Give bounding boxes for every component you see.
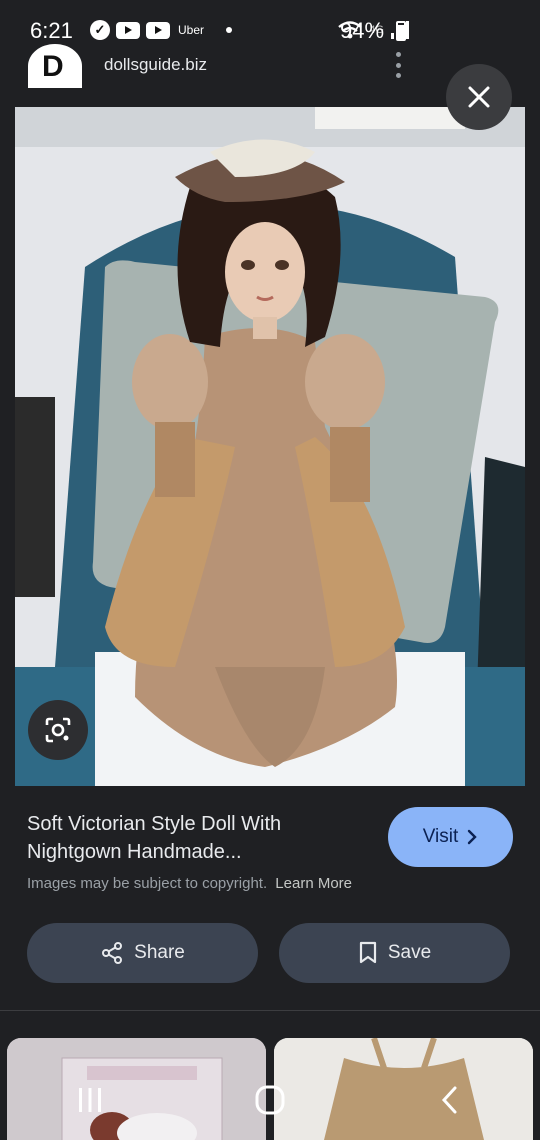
chevron-right-icon xyxy=(468,829,477,845)
status-time: 6:21 xyxy=(30,18,73,43)
recent-apps-icon xyxy=(79,1088,101,1112)
home-button[interactable] xyxy=(240,1070,300,1130)
uber-icon: Uber xyxy=(178,23,205,37)
visit-label: Visit xyxy=(422,826,459,847)
share-icon xyxy=(102,942,123,964)
close-button[interactable] xyxy=(446,64,512,130)
result-title[interactable]: Soft Victorian Style Doll With Nightgown… xyxy=(27,810,357,866)
more-options-icon[interactable] xyxy=(392,52,404,78)
section-divider xyxy=(0,1010,540,1011)
system-nav-bar xyxy=(0,1060,540,1140)
recent-apps-button[interactable] xyxy=(60,1070,120,1130)
home-icon xyxy=(255,1085,285,1115)
close-icon xyxy=(468,86,490,108)
source-domain[interactable]: dollsguide.biz xyxy=(104,55,207,75)
battery-icon xyxy=(396,21,406,41)
battery-percent: 94% xyxy=(340,18,385,43)
lens-icon xyxy=(45,717,71,743)
copyright-text: Images may be subject to copyright. xyxy=(27,875,268,892)
notification-icons: ✓ Uber xyxy=(90,20,233,40)
learn-more-link[interactable]: Learn More xyxy=(275,875,352,892)
source-logo-letter: D xyxy=(42,50,64,83)
status-bar: 6:21 ✓ Uber 4G 94% xyxy=(0,0,540,58)
doll-photo xyxy=(15,107,525,786)
more-notifications-icon xyxy=(226,27,233,33)
copyright-notice: Images may be subject to copyright. Lear… xyxy=(27,875,352,892)
youtube-icon xyxy=(116,21,140,39)
bookmark-icon xyxy=(359,941,376,964)
share-label: Share xyxy=(134,942,185,963)
source-logo[interactable]: D xyxy=(28,44,82,88)
visit-button[interactable]: Visit xyxy=(388,807,513,867)
back-icon xyxy=(441,1086,457,1114)
save-label: Save xyxy=(387,942,432,963)
save-button[interactable]: Save xyxy=(279,923,510,983)
back-button[interactable] xyxy=(420,1070,480,1130)
result-image[interactable] xyxy=(15,107,525,786)
google-lens-button[interactable] xyxy=(28,700,88,760)
check-icon: ✓ xyxy=(90,20,110,40)
youtube-icon xyxy=(146,21,170,39)
share-button[interactable]: Share xyxy=(27,923,258,983)
